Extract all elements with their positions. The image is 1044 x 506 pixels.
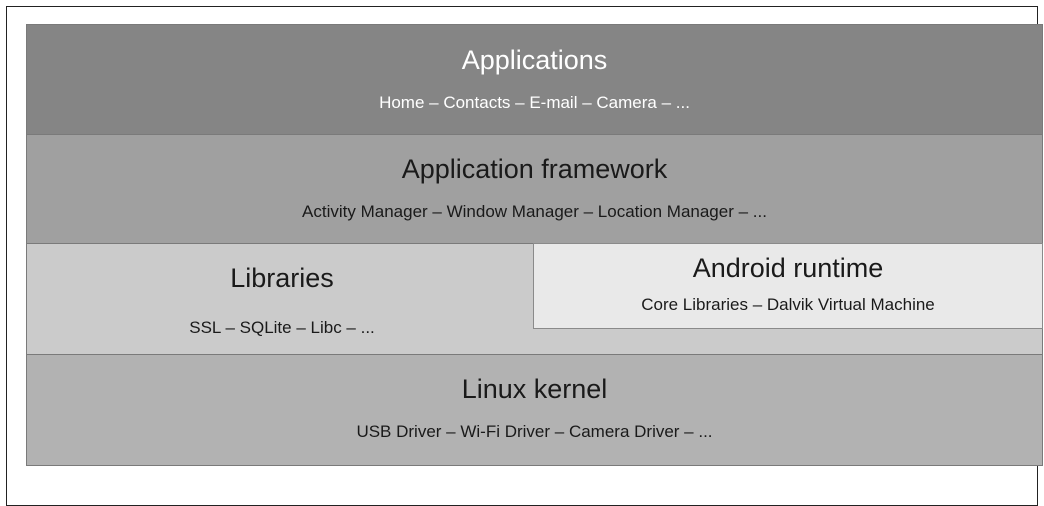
- linux-kernel-title: Linux kernel: [461, 374, 608, 404]
- android-runtime-title: Android runtime: [692, 253, 884, 283]
- application-framework-title: Application framework: [401, 154, 668, 184]
- applications-items: Home – Contacts – E-mail – Camera – ...: [379, 93, 690, 112]
- android-runtime-items: Core Libraries – Dalvik Virtual Machine: [641, 295, 935, 314]
- application-framework-items: Activity Manager – Window Manager – Loca…: [302, 202, 767, 221]
- android-runtime-box: Android runtime Core Libraries – Dalvik …: [533, 243, 1043, 329]
- applications-title: Applications: [461, 45, 608, 75]
- application-framework-layer: Application framework Activity Manager –…: [26, 134, 1043, 244]
- linux-kernel-items: USB Driver – Wi-Fi Driver – Camera Drive…: [356, 422, 713, 441]
- linux-kernel-layer: Linux kernel USB Driver – Wi-Fi Driver –…: [26, 354, 1043, 466]
- libraries-items: SSL – SQLite – Libc – ...: [189, 318, 375, 337]
- libraries-title: Libraries: [230, 263, 334, 293]
- applications-layer: Applications Home – Contacts – E-mail – …: [26, 24, 1043, 135]
